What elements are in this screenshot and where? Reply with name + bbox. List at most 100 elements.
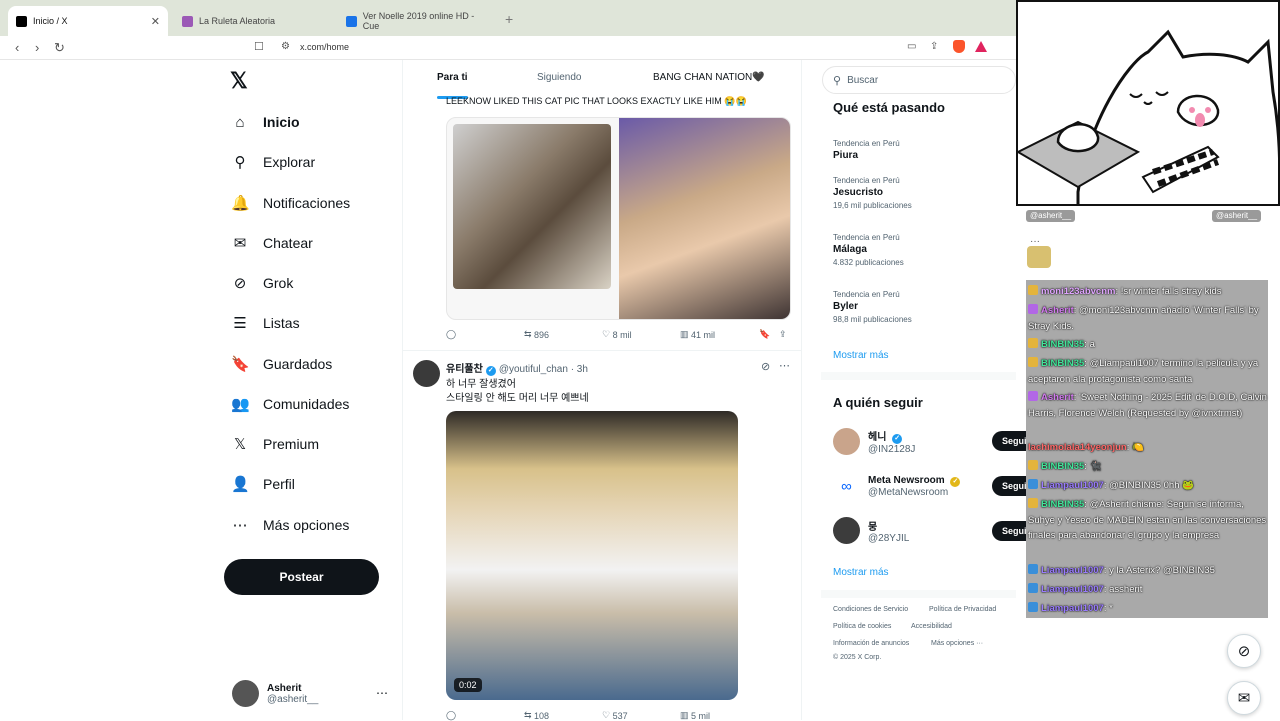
- retweet-icon: ⇆: [524, 329, 535, 339]
- back-icon[interactable]: ‹: [15, 40, 19, 55]
- like-button[interactable]: ♡ 8 mil: [602, 329, 632, 340]
- tweet-author[interactable]: 유티풀찬 ✓ @youtiful_chan · 3h: [446, 360, 588, 376]
- bookmark-page-icon[interactable]: ☐: [254, 40, 264, 53]
- x-logo-icon[interactable]: 𝕏: [230, 68, 248, 94]
- chat-username: BINBIN35: [1041, 499, 1085, 510]
- post-button[interactable]: Postear: [224, 559, 379, 595]
- grok-floating-button[interactable]: ⊘: [1227, 634, 1261, 668]
- sidebar-item-mas-opciones[interactable]: ⋯ Más opciones: [231, 512, 350, 538]
- grok-icon[interactable]: ⊘: [761, 360, 770, 373]
- chat-message: lachimolala14yeonjun: 🍋: [1028, 440, 1268, 456]
- avatar[interactable]: [413, 360, 440, 387]
- site-settings-icon[interactable]: ⚙: [281, 41, 290, 52]
- tweet-time: · 3h: [570, 364, 588, 375]
- footer-link-more[interactable]: Más opciones ···: [931, 640, 983, 647]
- trend-item[interactable]: Tendencia en Perú Málaga 4.832 publicaci…: [833, 233, 904, 267]
- sidebar-item-grok[interactable]: ⊘ Grok: [231, 270, 294, 296]
- footer-link-cookies[interactable]: Política de cookies: [833, 623, 891, 630]
- trend-name: Málaga: [833, 244, 867, 255]
- sidebar-item-label: Inicio: [263, 114, 300, 130]
- x-favicon-icon: [16, 15, 27, 27]
- column-divider: [801, 60, 802, 720]
- trend-item[interactable]: Tendencia en Perú Jesucristo 19,6 mil pu…: [833, 176, 912, 210]
- tab-para-ti[interactable]: Para ti: [437, 72, 468, 83]
- trend-count: 19,6 mil publicaciones: [833, 201, 912, 210]
- follow-suggestion[interactable]: ∞ Meta Newsroom ✓ @MetaNewsroom: [833, 473, 963, 500]
- messages-floating-button[interactable]: ✉: [1227, 681, 1261, 715]
- retweet-count: 896: [534, 329, 550, 340]
- new-tab-button[interactable]: +: [505, 11, 513, 27]
- views-count: 5 mil: [691, 710, 711, 721]
- views-button[interactable]: ▥ 41 mil: [680, 329, 715, 340]
- sidebar-item-inicio[interactable]: ⌂ Inicio: [231, 109, 300, 135]
- tab-bang-chan-nation[interactable]: BANG CHAN NATION🖤: [653, 72, 765, 83]
- url-field[interactable]: x.com/home: [300, 42, 349, 52]
- views-button[interactable]: ▥ 5 mil: [680, 710, 710, 721]
- retweet-button[interactable]: ⇆ 896: [524, 329, 549, 340]
- trend-name: Piura: [833, 150, 859, 161]
- cuevana-favicon-icon: [346, 15, 357, 27]
- follow-suggestion[interactable]: 헤니 ✓ @IN2128J: [833, 428, 915, 455]
- footer-link-privacy[interactable]: Política de Privacidad: [929, 606, 996, 613]
- account-switcher[interactable]: Asherit @asherit__: [232, 680, 318, 707]
- cast-icon[interactable]: ▭: [907, 41, 916, 52]
- sidebar-item-perfil[interactable]: 👤 Perfil: [231, 471, 295, 497]
- chat-badge-icon: [1028, 583, 1038, 593]
- sidebar-item-listas[interactable]: ☰ Listas: [231, 310, 299, 336]
- trend-item[interactable]: Tendencia en Perú Piura: [833, 139, 900, 161]
- chat-badge-icon: [1028, 460, 1038, 470]
- browser-tab-x-home[interactable]: Inicio / X ✕: [8, 6, 168, 36]
- sidebar-item-comunidades[interactable]: 👥 Comunidades: [231, 391, 349, 417]
- chat-text: : y la Asterix? @BINBIN35: [1103, 565, 1215, 576]
- reply-icon[interactable]: ◯: [446, 329, 456, 340]
- tab-title: La Ruleta Aleatoria: [199, 16, 276, 26]
- browser-tab-ruleta[interactable]: La Ruleta Aleatoria: [174, 6, 334, 36]
- share-icon[interactable]: ⇪: [779, 329, 787, 340]
- people-icon: 👥: [231, 396, 250, 413]
- follow-suggestion[interactable]: 뭉 @28YJIL: [833, 517, 909, 544]
- account-name: Asherit: [267, 682, 302, 694]
- sidebar-item-chatear[interactable]: ✉ Chatear: [231, 230, 313, 256]
- show-more-follow-link[interactable]: Mostrar más: [833, 567, 889, 578]
- retweet-button[interactable]: ⇆ 108: [524, 710, 549, 721]
- sidebar-item-premium[interactable]: 𝕏 Premium: [231, 431, 319, 457]
- envelope-icon: ✉: [233, 235, 247, 252]
- brave-shield-icon[interactable]: [953, 40, 965, 53]
- avatar: [833, 517, 860, 544]
- rewards-triangle-icon[interactable]: [975, 41, 987, 52]
- share-icon[interactable]: ⇪: [930, 41, 938, 52]
- forward-icon[interactable]: ›: [35, 40, 39, 55]
- video-duration: 0:02: [454, 678, 482, 692]
- sidebar-item-notificaciones[interactable]: 🔔 Notificaciones: [231, 190, 350, 216]
- tab-title: Inicio / X: [33, 16, 68, 26]
- tweet-video[interactable]: [446, 411, 738, 700]
- more-icon[interactable]: ⋯: [779, 359, 790, 372]
- chat-text: : 🐈‍⬛: [1084, 461, 1102, 472]
- footer-link-ads-info[interactable]: Información de anuncios: [833, 640, 909, 647]
- chat-text: : assherit: [1103, 584, 1143, 595]
- tweet-media[interactable]: [446, 117, 791, 320]
- sidebar-item-label: Más opciones: [263, 517, 350, 533]
- like-button[interactable]: ♡ 537: [602, 710, 628, 721]
- close-icon[interactable]: ✕: [151, 15, 160, 28]
- reload-icon[interactable]: ↻: [54, 40, 65, 56]
- sidebar-item-guardados[interactable]: 🔖 Guardados: [231, 351, 332, 377]
- footer-link-accessibility[interactable]: Accesibilidad: [911, 623, 952, 630]
- account-more-icon[interactable]: ⋯: [376, 686, 388, 700]
- chat-message: BINBIN35: @Asherit chisme: Segun se info…: [1028, 497, 1268, 544]
- like-count: 8 mil: [612, 329, 632, 340]
- tab-title: Ver Noelle 2019 online HD - Cue: [362, 11, 475, 31]
- bookmark-icon[interactable]: 🔖: [759, 329, 770, 340]
- trend-item[interactable]: Tendencia en Perú Byler 98,8 mil publica…: [833, 290, 912, 324]
- list-icon: ☰: [233, 315, 247, 332]
- footer-link-terms[interactable]: Condiciones de Servicio: [833, 606, 908, 613]
- sidebar-item-explorar[interactable]: ⚲ Explorar: [231, 149, 316, 175]
- show-more-trends-link[interactable]: Mostrar más: [833, 350, 889, 361]
- search-input[interactable]: ⚲ Buscar: [822, 66, 1016, 94]
- reply-icon[interactable]: ◯: [446, 710, 456, 721]
- tab-siguiendo[interactable]: Siguiendo: [537, 72, 581, 83]
- chat-username: Liampaul1007: [1041, 584, 1104, 595]
- browser-tab-noelle[interactable]: Ver Noelle 2019 online HD - Cue: [338, 6, 498, 36]
- follow-name: Meta Newsroom: [868, 475, 945, 486]
- chat-badge-icon: [1028, 479, 1038, 489]
